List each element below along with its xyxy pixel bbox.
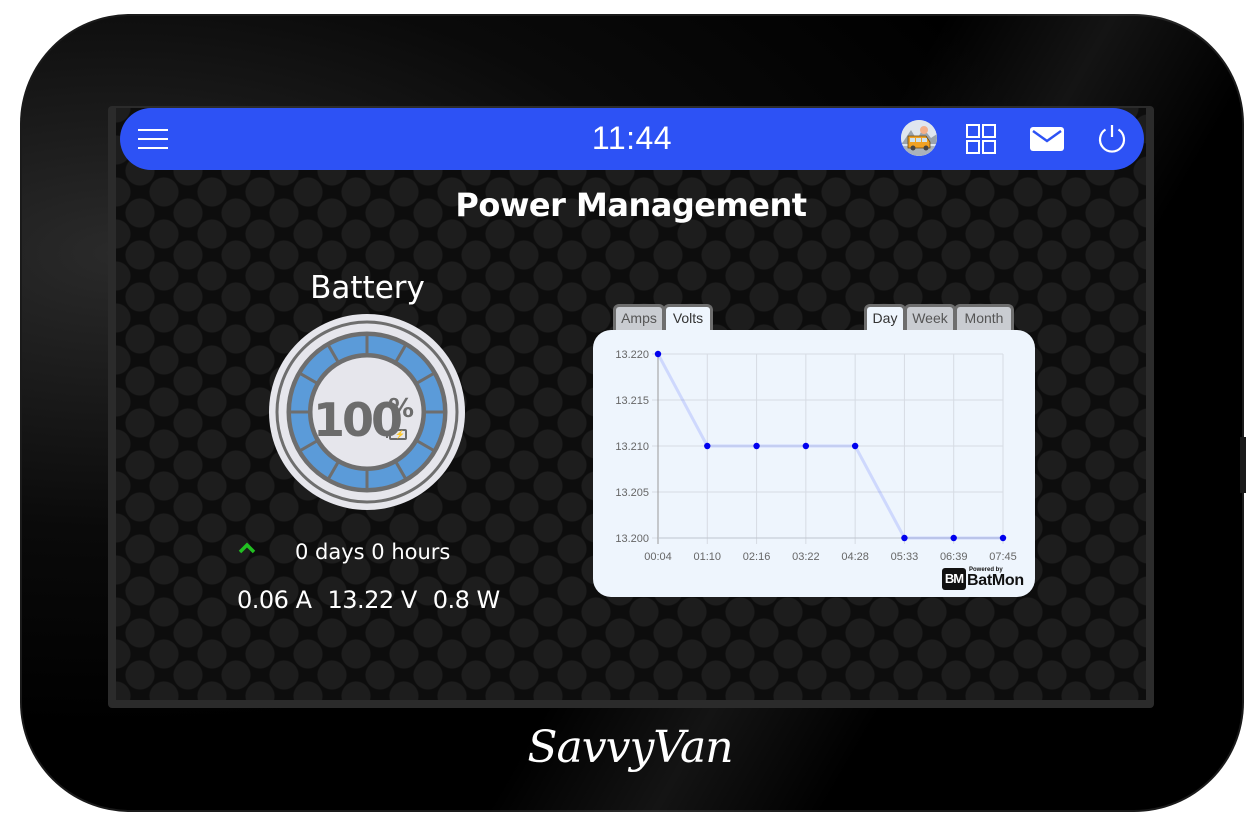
- x-tick-label: 04:28: [841, 551, 869, 563]
- device-side-button: [1240, 437, 1246, 493]
- volts-chart: 13.220 13.215 13.210 13.205 13.200 00:04 01:10…: [615, 349, 1017, 563]
- device-brand-logo: SavvyVan: [527, 722, 733, 773]
- top-bar: 11:44: [120, 108, 1144, 170]
- page-title: Power Management: [455, 186, 807, 224]
- data-point: [999, 534, 1007, 542]
- batmon-badge: BM: [942, 568, 966, 590]
- van-avatar-icon[interactable]: [901, 120, 937, 156]
- data-point: [950, 534, 957, 542]
- trend-up-icon: [238, 542, 256, 554]
- data-point: [704, 442, 711, 450]
- data-point: [901, 534, 908, 542]
- data-point: [753, 442, 760, 450]
- x-tick-label: 01:10: [694, 551, 722, 563]
- batmon-name: BatMon: [967, 572, 1024, 589]
- data-point: [802, 442, 810, 450]
- data-point: [654, 350, 662, 358]
- mail-icon[interactable]: [1030, 127, 1064, 151]
- tab-month[interactable]: Month: [954, 304, 1014, 330]
- amps-readout: 0.06 A: [237, 586, 312, 614]
- x-tick-label: 03:22: [792, 551, 820, 563]
- x-tick-label: 07:45: [989, 551, 1017, 563]
- battery-title: Battery: [310, 270, 425, 306]
- tab-week[interactable]: Week: [904, 304, 956, 330]
- battery-runtime: 0 days 0 hours: [295, 540, 451, 564]
- data-point: [851, 442, 859, 450]
- battery-percent-sign: %: [388, 394, 415, 424]
- y-tick-label: 13.210: [615, 441, 649, 453]
- x-tick-label: 06:39: [940, 551, 968, 563]
- y-tick-label: 13.220: [615, 349, 649, 361]
- x-tick-label: 02:16: [743, 551, 771, 563]
- tab-amps[interactable]: Amps: [613, 304, 665, 330]
- x-tick-label: 00:04: [644, 551, 672, 563]
- tab-volts[interactable]: Volts: [663, 304, 713, 330]
- watts-readout: 0.8 W: [432, 586, 501, 614]
- battery-percent: 100: [313, 393, 403, 447]
- volts-readout: 13.22 V: [327, 586, 417, 614]
- y-tick-label: 13.205: [615, 487, 649, 499]
- batmon-logo: BM Powered by BatMon: [942, 567, 1024, 590]
- power-icon[interactable]: [1096, 122, 1128, 154]
- tab-day[interactable]: Day: [864, 304, 906, 330]
- battery-readouts: 0.06 A 13.22 V 0.8 W: [237, 586, 516, 614]
- x-tick-label: 05:33: [891, 551, 919, 563]
- y-tick-label: 13.200: [615, 533, 649, 545]
- charging-battery-icon: ⚡: [386, 429, 407, 440]
- y-tick-label: 13.215: [615, 395, 649, 407]
- apps-grid-icon[interactable]: [966, 124, 996, 154]
